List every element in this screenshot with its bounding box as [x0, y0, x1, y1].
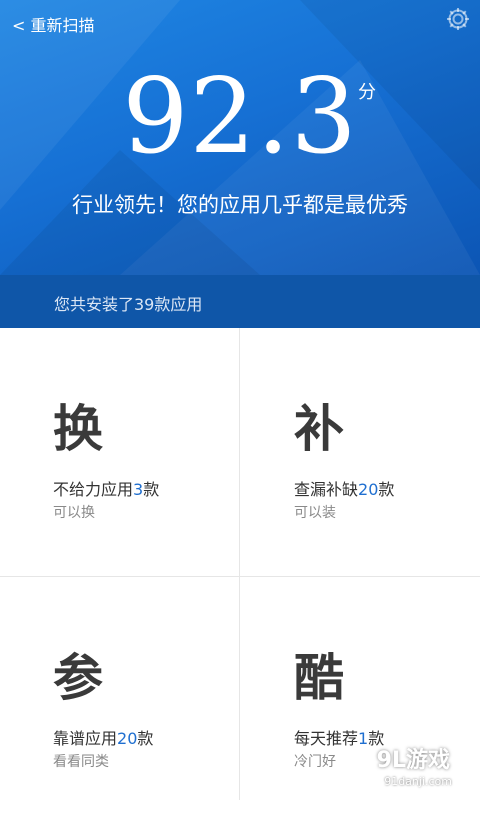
tile-count: 3 — [133, 480, 144, 499]
tile-subtitle: 冷门好 — [294, 754, 336, 770]
tile-glyph: 换 — [53, 399, 103, 458]
tile-glyph: 补 — [294, 399, 344, 458]
score-value: 92.3 — [122, 55, 358, 177]
tile-glyph: 参 — [53, 648, 103, 707]
score-header: < 重新扫描 92.3 分 行业领先！您的应用几乎都是最优秀 — [0, 0, 480, 275]
tile-glyph: 酷 — [294, 648, 344, 707]
score-unit: 分 — [358, 82, 376, 103]
tile-count: 20 — [358, 480, 379, 499]
tile-title: 查漏补缺20款 — [294, 480, 395, 499]
rescan-back-button[interactable]: < 重新扫描 — [12, 12, 95, 36]
installed-summary-bar: 您共安装了39款应用 — [0, 275, 480, 328]
tile-title: 每天推荐1款 — [294, 729, 385, 748]
site-watermark: 9L游戏 91danji.com — [352, 748, 472, 792]
watermark-url: 91danji.com — [384, 775, 452, 788]
tile-replace[interactable]: 换 不给力应用3款 可以换 — [0, 328, 239, 575]
gear-icon[interactable] — [444, 5, 472, 33]
tile-subtitle: 可以换 — [53, 505, 95, 521]
score-verdict: 行业领先！您的应用几乎都是最优秀 — [72, 193, 408, 217]
tile-title: 不给力应用3款 — [53, 480, 160, 499]
grid-divider-vertical — [239, 328, 240, 800]
tile-subtitle: 看看同类 — [53, 754, 109, 770]
tile-count: 20 — [117, 729, 138, 748]
tile-count: 1 — [358, 729, 369, 748]
tile-reference[interactable]: 参 靠谱应用20款 看看同类 — [0, 577, 239, 824]
tile-title: 靠谱应用20款 — [53, 729, 154, 748]
tile-subtitle: 可以装 — [294, 505, 336, 521]
watermark-brand: 9L游戏 — [376, 748, 450, 773]
rescan-label: < 重新扫描 — [12, 16, 95, 35]
installed-summary-text: 您共安装了39款应用 — [54, 295, 203, 314]
category-grid: 换 不给力应用3款 可以换 补 查漏补缺20款 可以装 参 靠谱应用20款 看看… — [0, 328, 480, 800]
score-display: 92.3 — [0, 60, 480, 172]
tile-supplement[interactable]: 补 查漏补缺20款 可以装 — [241, 328, 480, 575]
